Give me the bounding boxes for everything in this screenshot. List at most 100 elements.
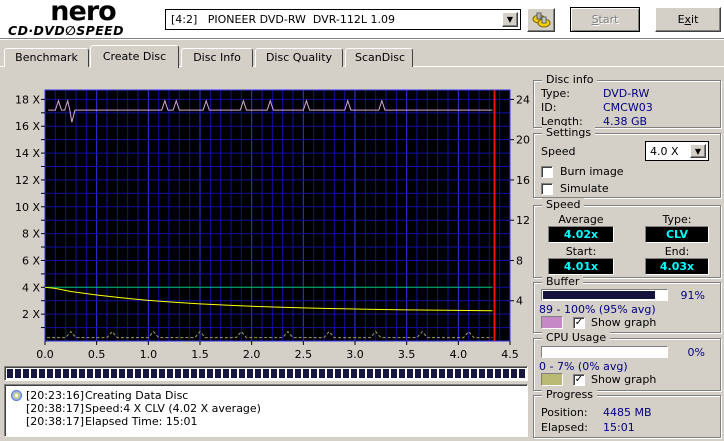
average-label: Average	[558, 213, 604, 226]
disc-icon	[11, 390, 22, 401]
start-button-label: Start	[591, 13, 619, 26]
svg-text:16 X: 16 X	[15, 120, 40, 133]
toolbar-divider	[0, 38, 724, 40]
app-window: nero CD·DVD∅SPEED [4:2] PIONEER DVD-RW D…	[0, 0, 724, 441]
speed-type-display: CLV	[645, 226, 709, 243]
tab-disc-quality[interactable]: Disc Quality	[255, 48, 343, 67]
position-label: Position:	[541, 406, 588, 419]
simulate-checkbox[interactable]	[541, 183, 553, 195]
average-speed-display: 4.02x	[548, 226, 614, 243]
group-title: CPU Usage	[542, 331, 611, 344]
svg-text:3.0: 3.0	[346, 348, 364, 361]
svg-text:0.0: 0.0	[36, 348, 54, 361]
svg-text:3.5: 3.5	[398, 348, 416, 361]
elapsed-label: Elapsed:	[541, 421, 588, 434]
disc-length-value: 4.38 GB	[603, 115, 648, 128]
svg-text:1.0: 1.0	[140, 348, 158, 361]
log-text: Creating Data Disc	[85, 389, 189, 402]
svg-text:2.0: 2.0	[243, 348, 261, 361]
log-time: [20:38:17]	[26, 415, 84, 428]
buffer-show-graph-label: Show graph	[591, 316, 657, 329]
burn-progress-fill	[7, 369, 525, 378]
cd-dvd-speed-wordmark: CD·DVD∅SPEED	[8, 23, 124, 38]
speed-select-value: 4.0 X	[650, 144, 679, 158]
end-label: End:	[664, 245, 690, 258]
svg-text:0.5: 0.5	[88, 348, 106, 361]
end-speed-display: 4.03x	[645, 258, 709, 275]
svg-text:8: 8	[516, 254, 523, 267]
cpu-color-swatch	[541, 373, 563, 386]
log-panel: [20:23:16] Creating Data Disc [20:38:17]…	[4, 384, 528, 437]
log-time: [20:23:16]	[26, 389, 84, 402]
simulate-label: Simulate	[560, 182, 609, 195]
cpu-show-graph-label: Show graph	[591, 373, 657, 386]
buffer-percent: 91%	[680, 289, 705, 302]
exit-button-label: Exit	[677, 13, 699, 26]
toolbar: nero CD·DVD∅SPEED [4:2] PIONEER DVD-RW D…	[0, 0, 724, 38]
drive-select-value: [4:2] PIONEER DVD-RW DVR-112L 1.09	[171, 13, 395, 26]
options-button[interactable]	[527, 8, 555, 32]
log-text: Elapsed Time: 15:01	[85, 415, 198, 428]
cpu-show-graph-checkbox[interactable]: ✓	[573, 374, 585, 386]
chevron-down-icon[interactable]: ▼	[690, 144, 706, 158]
svg-text:8 X: 8 X	[22, 228, 40, 241]
tab-create-disc[interactable]: Create Disc	[90, 45, 179, 68]
chevron-down-icon[interactable]: ▼	[502, 12, 518, 27]
buffer-meter-fill	[543, 291, 655, 299]
tab-disc-info[interactable]: Disc Info	[181, 48, 253, 67]
buffer-color-swatch	[541, 316, 563, 329]
burn-image-label: Burn image	[560, 165, 624, 178]
type-label: Type:	[662, 213, 692, 226]
buffer-meter	[541, 289, 668, 301]
svg-text:12 X: 12 X	[15, 174, 40, 187]
svg-text:16: 16	[516, 174, 530, 187]
cpu-meter	[541, 346, 668, 358]
burn-image-checkbox[interactable]	[541, 166, 553, 178]
disc-type-value: DVD-RW	[603, 87, 650, 100]
group-title: Buffer	[542, 275, 584, 288]
svg-text:20: 20	[516, 134, 530, 147]
tab-benchmark[interactable]: Benchmark	[4, 48, 89, 67]
log-text: Speed:4 X CLV (4.02 X average)	[85, 402, 261, 415]
nero-wordmark: nero	[50, 0, 116, 27]
start-button[interactable]: Start	[570, 7, 640, 32]
disc-id-value: CMCW03	[603, 101, 653, 114]
burn-progress-bar	[4, 366, 528, 381]
elapsed-value: 15:01	[603, 421, 635, 434]
svg-text:6 X: 6 X	[22, 254, 40, 267]
group-title: Speed	[542, 198, 585, 211]
buffer-show-graph-checkbox[interactable]: ✓	[573, 317, 585, 329]
drive-tools-icon	[532, 12, 551, 28]
start-speed-display: 4.01x	[548, 258, 614, 275]
cpu-percent: 0%	[687, 346, 705, 359]
drive-select[interactable]: [4:2] PIONEER DVD-RW DVR-112L 1.09 ▼	[165, 9, 521, 30]
svg-text:14 X: 14 X	[15, 147, 40, 160]
position-value: 4485 MB	[603, 406, 652, 419]
nero-logo: nero CD·DVD∅SPEED	[8, 0, 158, 38]
svg-text:1.5: 1.5	[191, 348, 209, 361]
log-time: [20:38:17]	[26, 402, 84, 415]
tab-scandisc[interactable]: ScanDisc	[345, 48, 413, 67]
chart-canvas: 2 X 4 X 6 X 8 X 10 X 12 X 14 X 16 X 18 X 4 8 12 16 20…	[15, 89, 530, 361]
svg-text:12: 12	[516, 214, 530, 227]
cpu-range: 0 - 7% (0% avg)	[539, 360, 628, 373]
svg-text:18 X: 18 X	[15, 93, 40, 106]
start-label: Start:	[565, 245, 597, 258]
exit-button[interactable]: Exit	[655, 7, 721, 32]
svg-text:2.5: 2.5	[295, 348, 313, 361]
svg-text:4 X: 4 X	[22, 281, 40, 294]
buffer-range: 89 - 100% (95% avg)	[539, 303, 656, 316]
svg-text:2 X: 2 X	[22, 308, 40, 321]
svg-text:4: 4	[516, 295, 523, 308]
svg-text:4.5: 4.5	[501, 348, 519, 361]
speed-chart: 2 X 4 X 6 X 8 X 10 X 12 X 14 X 16 X 18 X 4 8 12 16 20…	[0, 78, 533, 365]
svg-text:10 X: 10 X	[15, 201, 40, 214]
svg-text:4.0: 4.0	[450, 348, 468, 361]
speed-setting-label: Speed	[541, 145, 576, 158]
group-title: Progress	[542, 388, 597, 401]
svg-text:24: 24	[516, 93, 530, 106]
speed-select[interactable]: 4.0 X ▼	[645, 141, 709, 161]
disc-id-label: ID:	[541, 101, 557, 114]
group-title: Disc info	[542, 73, 598, 86]
disc-type-label: Type:	[541, 87, 570, 100]
